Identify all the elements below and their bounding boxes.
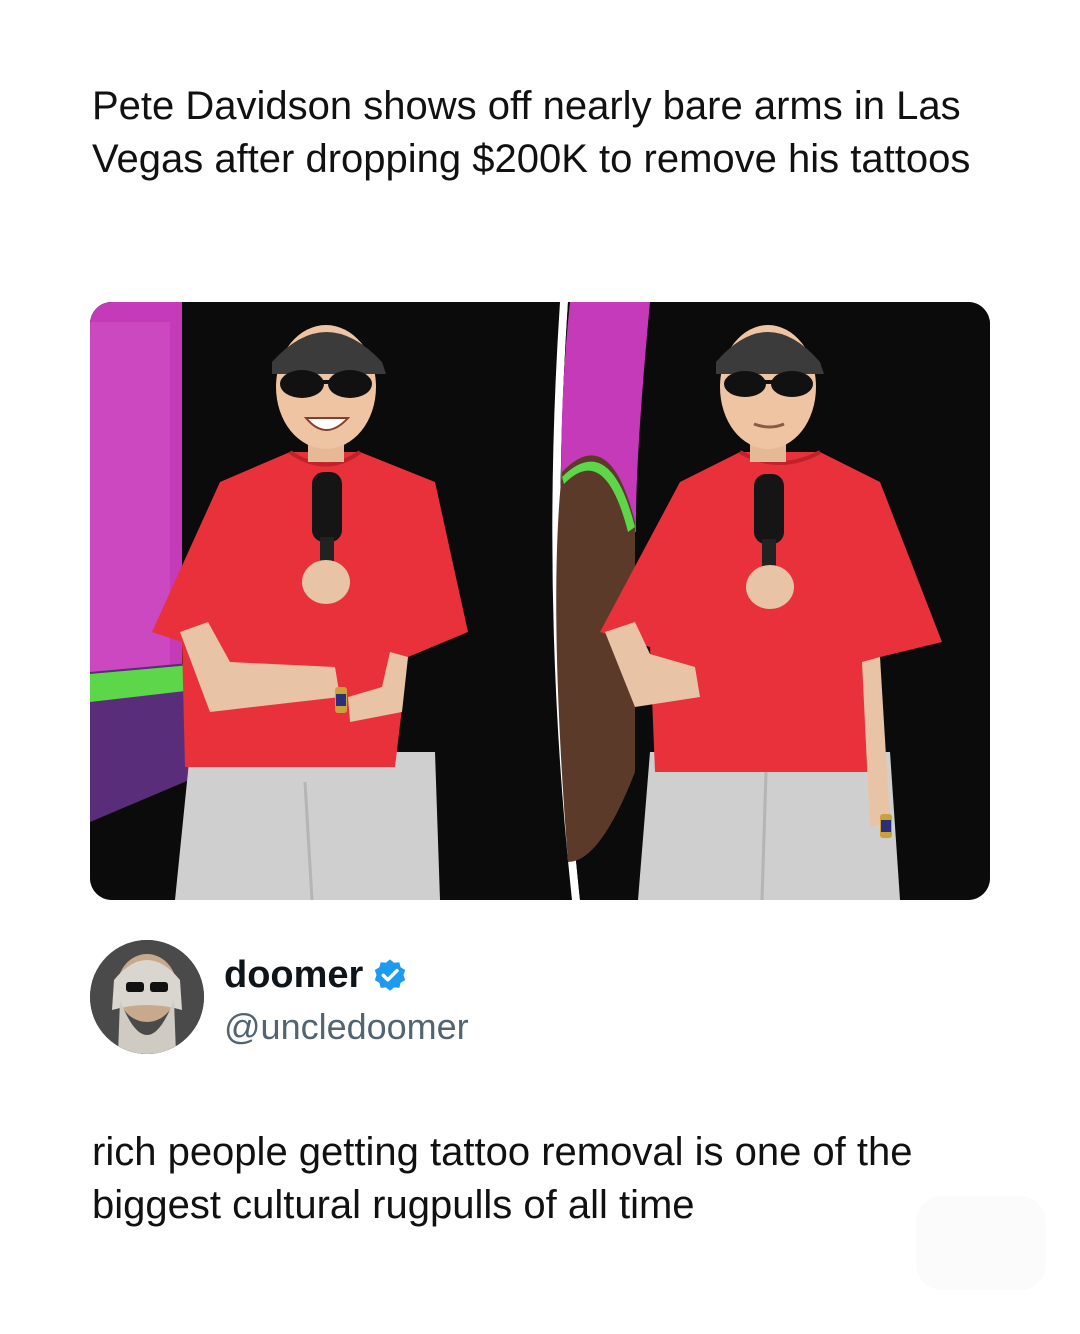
- left-microphone: [312, 472, 342, 542]
- avatar[interactable]: [90, 940, 204, 1054]
- avatar-image: [90, 940, 204, 1054]
- left-photo-panel: [90, 302, 560, 900]
- user-handle[interactable]: @uncledoomer: [224, 1006, 469, 1048]
- right-microphone: [754, 474, 784, 544]
- post-photo[interactable]: [90, 302, 990, 900]
- verified-badge-icon: [371, 957, 409, 995]
- display-name[interactable]: doomer: [224, 954, 363, 997]
- faint-overlay-button[interactable]: [916, 1196, 1046, 1290]
- name-row: doomer: [224, 954, 409, 997]
- tweet-author[interactable]: doomer @uncledoomer: [90, 940, 790, 1060]
- post-headline: Pete Davidson shows off nearly bare arms…: [92, 84, 971, 181]
- photo-collage: [90, 302, 990, 900]
- right-photo-panel: [556, 302, 990, 900]
- tweet-text: rich people getting tattoo removal is on…: [92, 1130, 913, 1227]
